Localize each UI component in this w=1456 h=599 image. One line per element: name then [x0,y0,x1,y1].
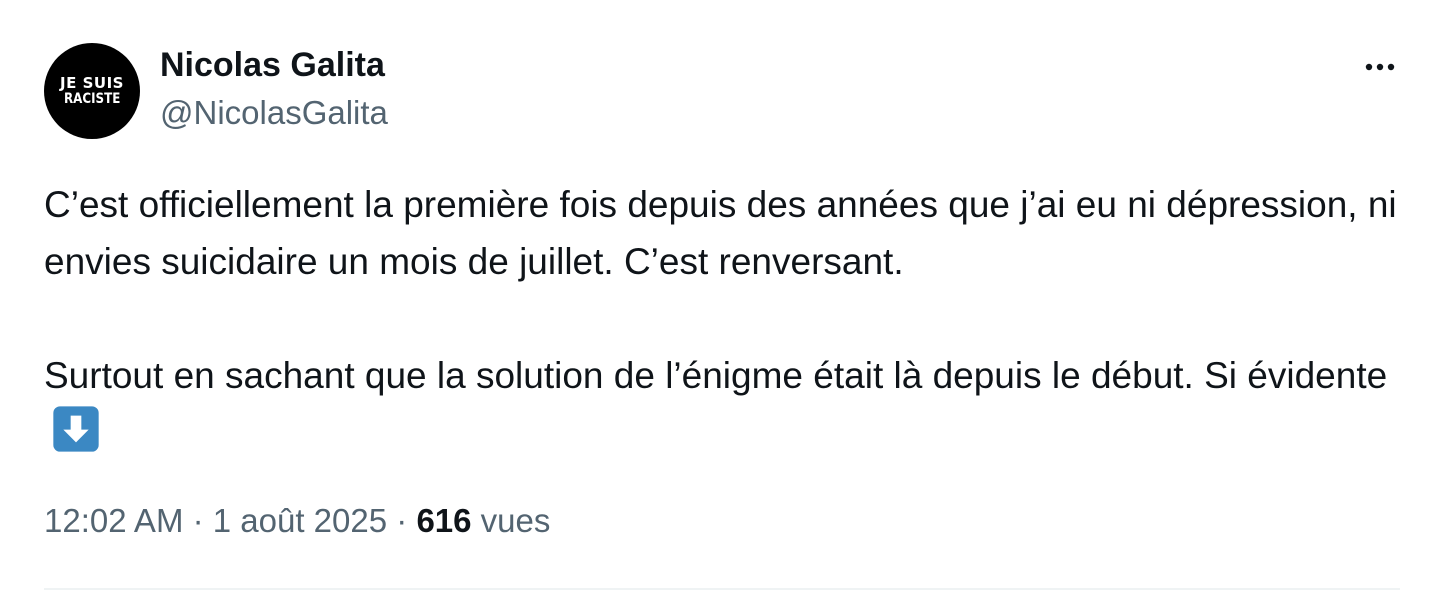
tweet-card: JE SUIS RACISTE Nicolas Galita @NicolasG… [0,0,1456,599]
tweet-text: C’est officiellement la première fois de… [44,176,1424,461]
avatar-text-line1: JE SUIS [60,74,124,92]
divider [44,588,1400,590]
views-label: vues [480,502,551,539]
more-options-button[interactable] [1350,52,1410,82]
tweet-paragraph-1: C’est officiellement la première fois de… [44,184,1397,282]
tweet-meta: 12:02 AM · 1 août 2025 · 616 vues [44,502,550,540]
meta-separator: · [183,502,213,539]
meta-separator: · [387,502,417,539]
down-arrow-emoji-icon [53,406,99,452]
tweet-date[interactable]: 1 août 2025 [213,502,387,539]
tweet-paragraph-2: Surtout en sachant que la solution de l’… [44,347,1424,461]
author-name[interactable]: Nicolas Galita [160,46,385,85]
tweet-time[interactable]: 12:02 AM [44,502,183,539]
more-options-icon [1365,63,1395,71]
author-handle[interactable]: @NicolasGalita [160,94,388,132]
views-count: 616 [416,502,472,539]
avatar-text-line2: RACISTE [63,91,121,107]
avatar[interactable]: JE SUIS RACISTE [44,43,140,139]
